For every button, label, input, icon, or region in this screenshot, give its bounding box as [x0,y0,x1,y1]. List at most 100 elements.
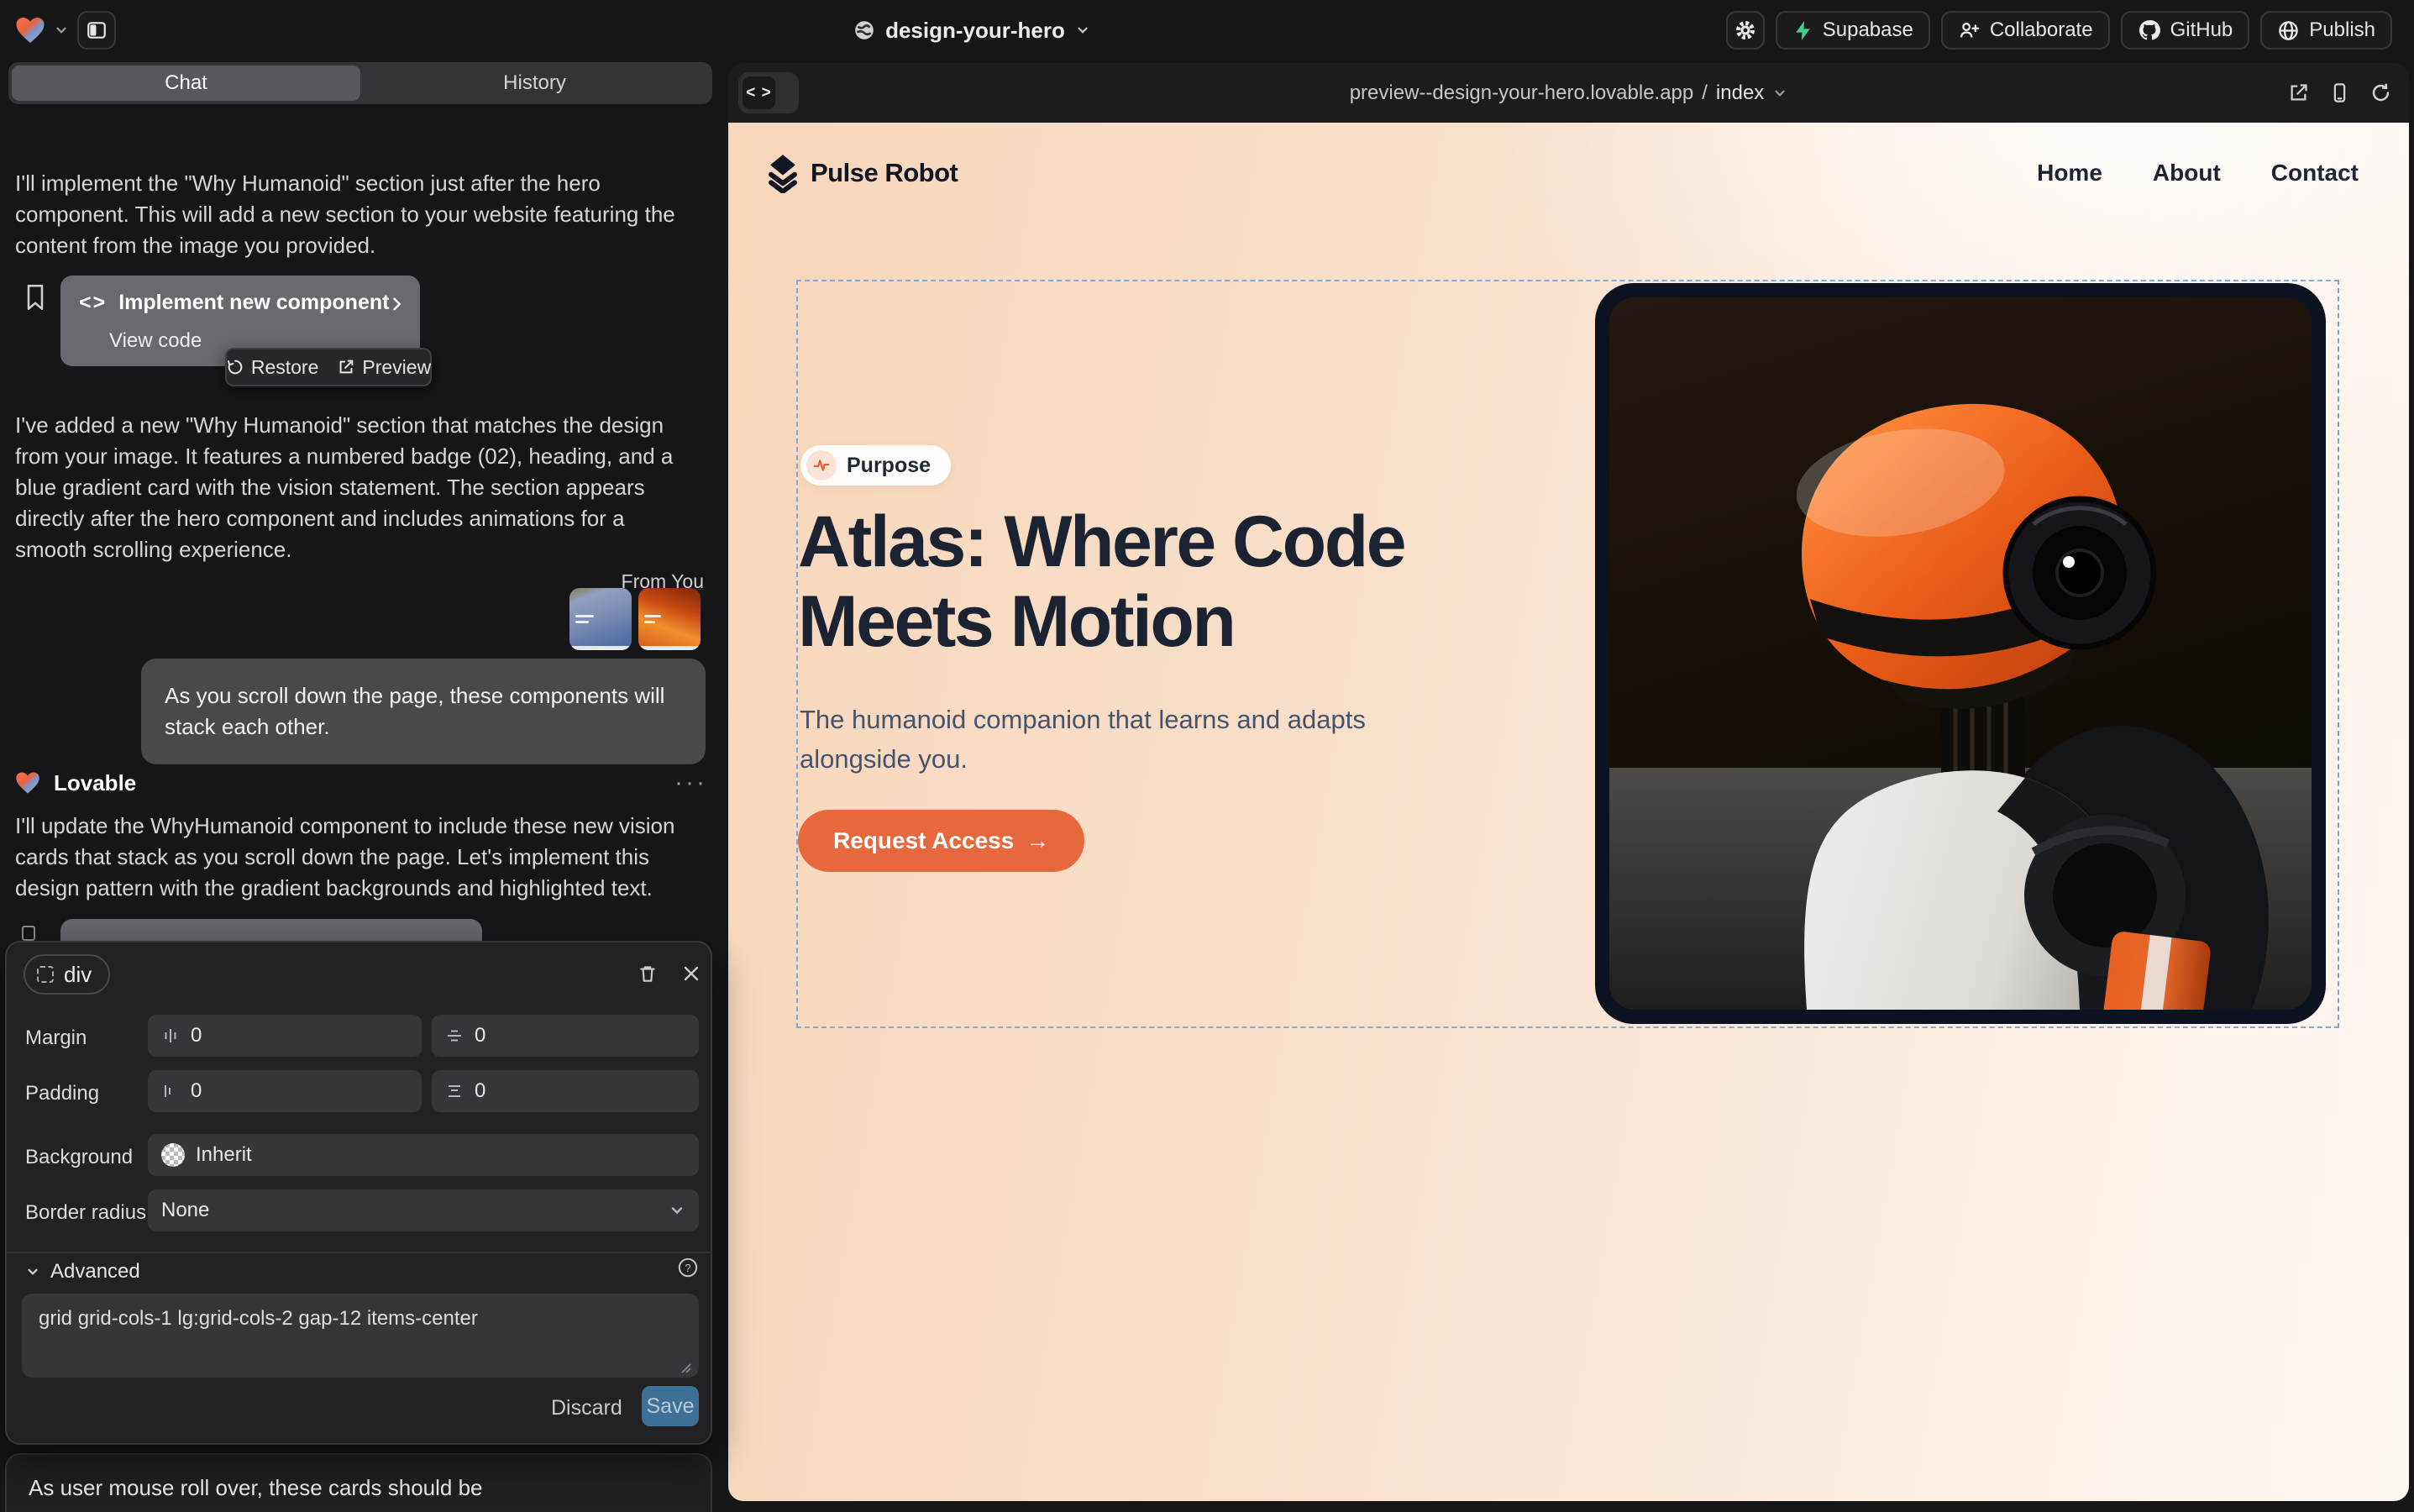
chat-history-tabs: Chat History [8,62,712,104]
chevron-down-icon [1772,86,1787,101]
border-radius-label: Border radius [25,1201,146,1225]
preview-button[interactable]: Preview [337,356,431,379]
preview-toolbar: < > preview--design-your-hero.lovable.ap… [728,63,2409,123]
hero-heading: Atlas: Where Code Meets Motion [798,502,1404,661]
layers-logo-icon [765,153,800,193]
save-button[interactable]: Save [642,1386,699,1426]
delete-element-button[interactable] [635,961,660,986]
publish-globe-icon [2277,19,2300,42]
assistant-message-3: I'll update the WhyHumanoid component to… [15,811,701,904]
request-access-button[interactable]: Request Access→ [798,810,1084,872]
preview-url: preview--design-your-hero.lovable.app [1350,81,1694,105]
advanced-classes-textarea[interactable]: grid grid-cols-1 lg:grid-cols-2 gap-12 i… [22,1294,699,1378]
nav-home[interactable]: Home [2037,160,2102,186]
padding-x-input[interactable]: 0 [148,1070,422,1112]
robot-image [1609,297,2312,1010]
arrow-right-icon: → [1026,827,1049,854]
background-input[interactable]: Inherit [148,1134,699,1176]
toggle-sidebar-button[interactable] [77,11,116,50]
workspace-chevron-icon[interactable] [54,23,69,38]
tab-chat[interactable]: Chat [12,66,360,101]
purpose-badge-label: Purpose [847,454,931,478]
hero-image-card [1595,283,2326,1024]
chat-input[interactable]: As user mouse roll over, these cards sho… [29,1475,684,1501]
margin-label: Margin [25,1026,87,1050]
agent-name: Lovable [54,770,136,796]
pulse-icon [806,450,837,480]
publish-button[interactable]: Publish [2260,11,2392,50]
padding-y-input[interactable]: 0 [432,1070,699,1112]
lovable-app-window: design-your-hero Supabase [0,0,2414,1512]
margin-horizontal-icon [161,1026,180,1045]
purpose-badge: Purpose [800,445,951,486]
margin-y-input[interactable]: 0 [432,1015,699,1057]
site-logo[interactable]: Pulse Robot [765,153,958,193]
lovable-heart-icon [15,771,40,795]
preview-page: index [1716,81,1764,105]
site-nav: Home About Contact [2037,160,2359,186]
margin-x-input[interactable]: 0 [148,1015,422,1057]
supabase-icon [1792,20,1813,41]
background-label: Background [25,1146,133,1169]
nav-contact[interactable]: Contact [2271,160,2359,186]
user-message-bubble: As you scroll down the page, these compo… [141,659,706,764]
refresh-button[interactable] [2369,81,2392,104]
code-icon: <> [79,291,107,315]
chevron-down-icon [669,1202,685,1219]
external-link-icon [337,358,355,376]
tab-history[interactable]: History [360,66,709,101]
discard-button[interactable]: Discard [551,1396,622,1420]
chat-sidebar: Chat History I'll implement the "Why Hum… [0,60,722,1512]
attachment-thumbnail-blue[interactable] [569,588,632,650]
open-in-new-tab-button[interactable] [2287,81,2310,104]
component-card-title: Implement new component [118,291,389,315]
preview-url-bar[interactable]: preview--design-your-hero.lovable.app / … [728,63,2409,123]
close-panel-button[interactable] [679,961,704,986]
chevron-down-icon [25,1264,40,1279]
margin-vertical-icon [445,1026,464,1045]
selected-element-tag: div [64,962,92,988]
attachment-thumbnail-orange[interactable] [638,588,701,650]
version-hover-toolbar: Restore Preview [225,348,432,386]
padding-horizontal-icon [161,1082,180,1100]
selected-element-chip[interactable]: div [24,954,110,995]
collaborate-button[interactable]: Collaborate [1941,11,2110,50]
project-globe-icon [853,19,875,41]
supabase-button[interactable]: Supabase [1776,11,1930,50]
nav-about[interactable]: About [2153,160,2221,186]
top-bar: design-your-hero Supabase [0,0,2414,60]
bookmark-icon[interactable] [24,284,47,311]
help-icon[interactable]: ? [675,1255,701,1280]
view-code-link[interactable]: View code [109,329,202,353]
chevron-right-icon [388,296,405,312]
padding-vertical-icon [445,1082,464,1100]
resize-handle[interactable] [679,1361,692,1374]
element-inspector-panel: div Margin 0 0 Padding 0 [5,941,712,1445]
message-menu-icon[interactable]: ··· [674,769,707,797]
svg-text:?: ? [685,1262,690,1274]
padding-label: Padding [25,1082,99,1105]
restore-icon [226,358,244,376]
assistant-message-2: I've added a new "Why Humanoid" section … [15,410,701,565]
github-button[interactable]: GitHub [2121,11,2250,50]
element-outline-icon [37,966,54,983]
url-separator: / [1702,81,1708,105]
chat-composer: As user mouse roll over, these cards sho… [5,1453,712,1512]
project-switcher[interactable]: design-your-hero [829,0,1115,60]
restore-button[interactable]: Restore [226,356,319,379]
border-radius-select[interactable]: None [148,1189,699,1231]
transparency-swatch-icon [161,1143,185,1167]
project-name: design-your-hero [885,18,1065,44]
lovable-logo-heart-icon[interactable] [15,16,45,45]
collaborate-users-icon [1958,19,1981,42]
clipped-bookmark-icon [22,926,35,941]
project-chevron-icon [1075,23,1090,38]
advanced-section-toggle[interactable]: Advanced [25,1260,140,1284]
settings-button[interactable] [1726,11,1765,50]
rendered-website: Pulse Robot Home About Contact Purpose A… [728,123,2409,1501]
assistant-message-1: I'll implement the "Why Humanoid" sectio… [15,168,701,261]
site-brand-name: Pulse Robot [811,158,958,188]
mobile-view-button[interactable] [2328,81,2351,104]
hero-subtitle: The humanoid companion that learns and a… [800,701,1366,779]
preview-pane: < > preview--design-your-hero.lovable.ap… [728,63,2409,1501]
